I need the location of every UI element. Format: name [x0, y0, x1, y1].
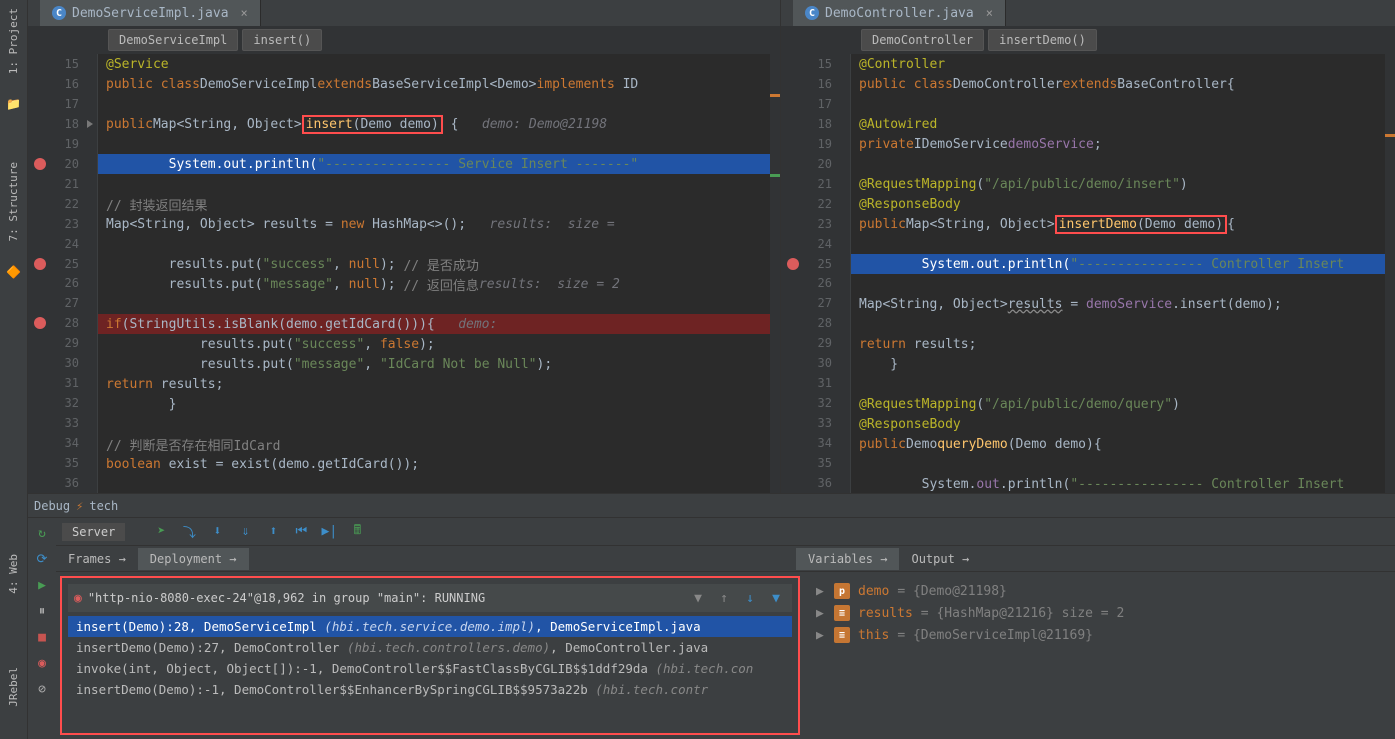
step-into-button[interactable]: ⬇: [205, 521, 229, 543]
tab-democontroller[interactable]: C DemoController.java ×: [793, 0, 1006, 26]
error-stripe-right[interactable]: [1385, 54, 1395, 493]
tabbar-left: C DemoServiceImpl.java ×: [28, 0, 780, 26]
step-over-button[interactable]: ⤵: [177, 521, 201, 543]
crumb-class[interactable]: DemoServiceImpl: [108, 29, 238, 51]
debug-config-name: tech: [89, 499, 118, 513]
crumb-class[interactable]: DemoController: [861, 29, 984, 51]
breakpoint-hit-icon: ◉: [74, 591, 82, 606]
structure-tool-tab[interactable]: 7: Structure: [5, 158, 22, 245]
java-class-icon: C: [805, 6, 819, 20]
close-icon[interactable]: ×: [986, 6, 993, 20]
thread-selector[interactable]: ◉ "http-nio-8080-exec-24"@18,962 in grou…: [68, 584, 792, 612]
drop-frame-button[interactable]: ⏮: [289, 521, 313, 543]
show-exec-point-button[interactable]: ➤: [149, 521, 173, 543]
force-step-into-button[interactable]: ⇓: [233, 521, 257, 543]
editor-pane-left: C DemoServiceImpl.java × DemoServiceImpl…: [28, 0, 781, 493]
code-left[interactable]: @Servicepublic class DemoServiceImpl ext…: [98, 54, 770, 493]
frames-pane: ◉ "http-nio-8080-exec-24"@18,962 in grou…: [60, 576, 800, 735]
filter-button[interactable]: ▼: [766, 588, 786, 608]
run-config-icon: ⚡: [76, 499, 83, 513]
next-frame-button[interactable]: ↓: [740, 588, 760, 608]
debug-side-toolbar: ↻ ⟳ ▶ ⏸ ■ ◉ ⊘: [28, 518, 56, 739]
crumb-method[interactable]: insertDemo(): [988, 29, 1097, 51]
tabbar-right: C DemoController.java ×: [781, 0, 1395, 26]
error-stripe-left[interactable]: [770, 54, 780, 493]
tab-label: DemoServiceImpl.java: [72, 6, 229, 21]
step-out-button[interactable]: ⬆: [261, 521, 285, 543]
web-tool-tab[interactable]: 4: Web: [5, 550, 22, 598]
project-tool-tab[interactable]: 1: Project: [5, 4, 22, 78]
code-right[interactable]: @Controllerpublic class DemoController e…: [851, 54, 1385, 493]
thread-name: "http-nio-8080-exec-24"@18,962 in group …: [88, 591, 682, 605]
debug-title: Debug: [34, 499, 70, 513]
java-class-icon: C: [52, 6, 66, 20]
stack-frame[interactable]: insertDemo(Demo):-1, DemoController$$Enh…: [68, 679, 792, 700]
tab-label: DemoController.java: [825, 6, 974, 21]
variable-row[interactable]: ▶pdemo = {Demo@21198}: [816, 580, 1383, 602]
update-button[interactable]: ⟳: [33, 550, 51, 568]
frame-list[interactable]: insert(Demo):28, DemoServiceImpl (hbi.te…: [68, 616, 792, 727]
editor-pane-right: C DemoController.java × DemoController i…: [781, 0, 1395, 493]
project-icon: 📁: [6, 96, 22, 112]
frames-tab[interactable]: Frames →: [56, 548, 138, 570]
server-label[interactable]: Server: [62, 523, 125, 541]
tab-demoserviceimpl[interactable]: C DemoServiceImpl.java ×: [40, 0, 261, 26]
left-toolbar: 1: Project 📁 7: Structure 🔶 4: Web JRebe…: [0, 0, 28, 739]
jrebel-tool-tab[interactable]: JRebel: [5, 663, 22, 711]
deployment-tab[interactable]: Deployment →: [138, 548, 249, 570]
breadcrumb-right: DemoController insertDemo(): [781, 26, 1395, 54]
debug-toolbar: Server ➤ ⤵ ⬇ ⇓ ⬆ ⏮ ▶| 🖩: [56, 518, 1395, 546]
stack-frame[interactable]: invoke(int, Object, Object[]):-1, DemoCo…: [68, 658, 792, 679]
pause-button[interactable]: ⏸: [33, 602, 51, 620]
stack-frame[interactable]: insertDemo(Demo):27, DemoController (hbi…: [68, 637, 792, 658]
output-tab[interactable]: Output →: [899, 548, 981, 570]
evaluate-button[interactable]: 🖩: [345, 521, 369, 543]
variables-tab[interactable]: Variables →: [796, 548, 899, 570]
breadcrumb-left: DemoServiceImpl insert(): [28, 26, 780, 54]
dropdown-icon[interactable]: ▼: [688, 588, 708, 608]
prev-frame-button[interactable]: ↑: [714, 588, 734, 608]
variables-pane[interactable]: ▶pdemo = {Demo@21198}▶≡results = {HashMa…: [804, 572, 1395, 739]
close-icon[interactable]: ×: [241, 6, 248, 20]
variable-row[interactable]: ▶≡this = {DemoServiceImpl@21169}: [816, 624, 1383, 646]
debug-header: Debug ⚡ tech: [28, 494, 1395, 518]
rerun-button[interactable]: ↻: [33, 524, 51, 542]
mute-breakpoints-button[interactable]: ⊘: [33, 680, 51, 698]
run-to-cursor-button[interactable]: ▶|: [317, 521, 341, 543]
crumb-method[interactable]: insert(): [242, 29, 322, 51]
structure-icon: 🔶: [6, 264, 22, 280]
debug-panel: Debug ⚡ tech ↻ ⟳ ▶ ⏸ ■ ◉ ⊘ Server ➤: [28, 494, 1395, 739]
variable-row[interactable]: ▶≡results = {HashMap@21216} size = 2: [816, 602, 1383, 624]
stop-button[interactable]: ■: [33, 628, 51, 646]
view-breakpoints-button[interactable]: ◉: [33, 654, 51, 672]
stack-frame[interactable]: insert(Demo):28, DemoServiceImpl (hbi.te…: [68, 616, 792, 637]
expand-icon[interactable]: ▶: [816, 606, 826, 621]
expand-icon[interactable]: ▶: [816, 584, 826, 599]
gutter-right[interactable]: 1516171819202122232425262728293031323334…: [781, 54, 851, 493]
expand-icon[interactable]: ▶: [816, 628, 826, 643]
resume-button[interactable]: ▶: [33, 576, 51, 594]
gutter-left[interactable]: 1516171819202122232425262728293031323334…: [28, 54, 98, 493]
